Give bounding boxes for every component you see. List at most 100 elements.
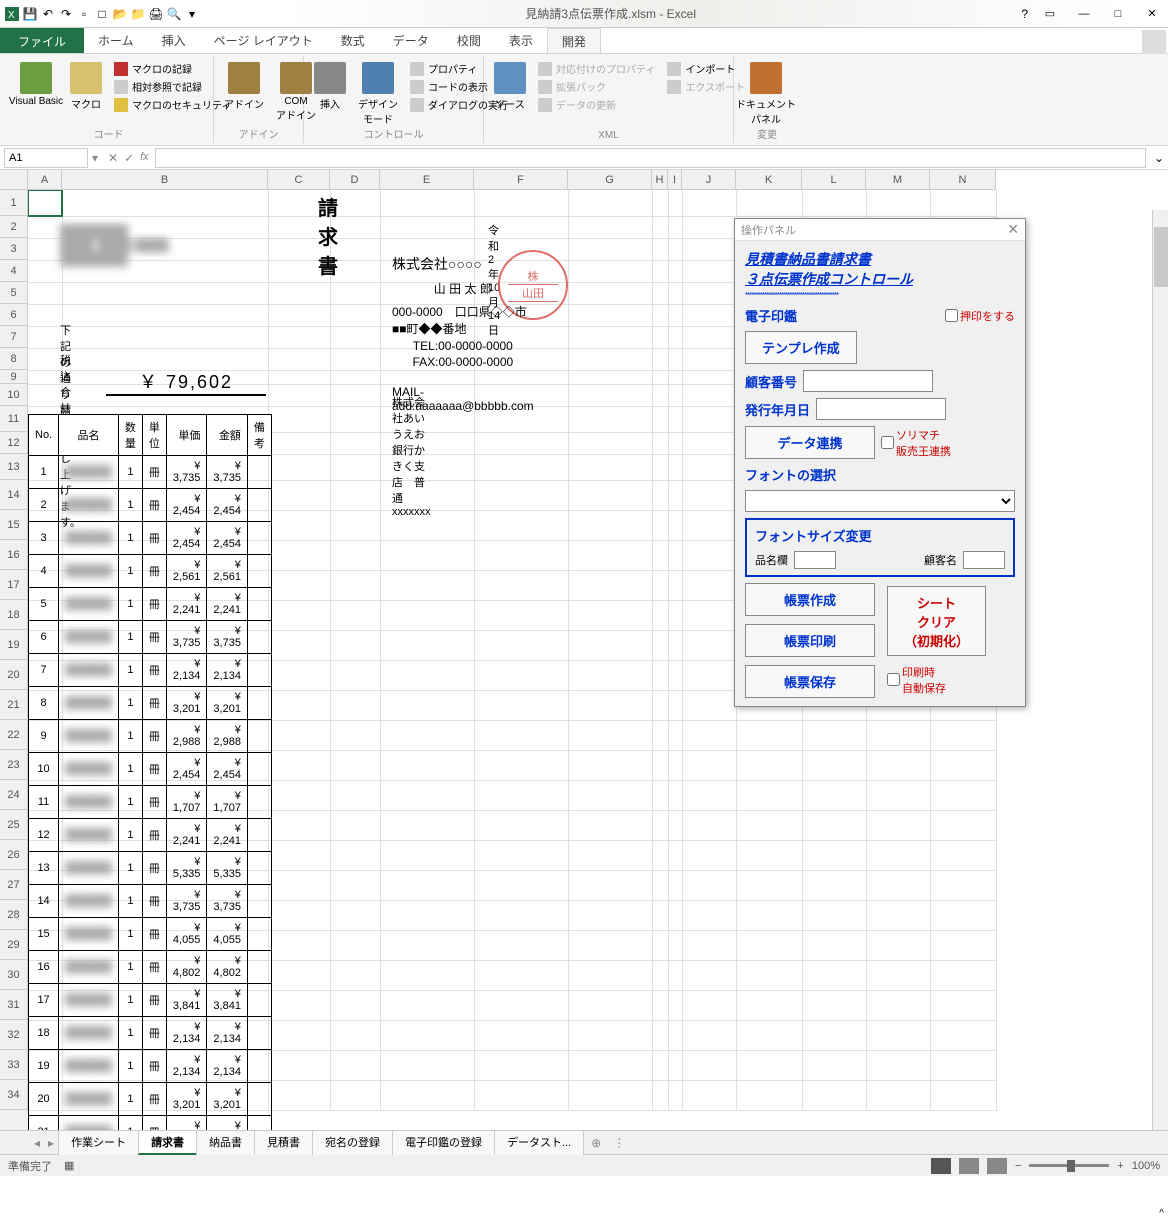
row-head[interactable]: 15 <box>0 510 28 540</box>
issue-date-input[interactable] <box>816 398 946 420</box>
maximize-icon[interactable]: □ <box>1106 5 1130 23</box>
undo-icon[interactable]: ↶ <box>40 6 56 22</box>
refresh-data-button[interactable]: データの更新 <box>534 96 659 113</box>
expand-formula-icon[interactable]: ⌄ <box>1150 151 1168 165</box>
table-row[interactable]: 17██████1冊¥ 3,841¥ 3,841 <box>29 984 272 1017</box>
qat-icon[interactable]: ▫ <box>76 6 92 22</box>
addin-button[interactable]: アドイン <box>220 60 268 113</box>
qat-folder-icon[interactable]: 📁 <box>130 6 146 22</box>
tab-developer[interactable]: 開発 <box>547 28 601 53</box>
zoom-in-icon[interactable]: + <box>1117 1160 1123 1172</box>
table-row[interactable]: 13██████1冊¥ 5,335¥ 5,335 <box>29 852 272 885</box>
qat-new-icon[interactable]: □ <box>94 6 110 22</box>
row-head[interactable]: 34 <box>0 1080 28 1110</box>
row-head[interactable]: 20 <box>0 660 28 690</box>
col-head[interactable]: G <box>568 170 652 190</box>
table-row[interactable]: 4██████1冊¥ 2,561¥ 2,561 <box>29 555 272 588</box>
autosave-checkbox[interactable]: 印刷時 自動保存 <box>887 664 986 696</box>
row-head[interactable]: 6 <box>0 304 28 326</box>
namebox-dropdown-icon[interactable]: ▾ <box>88 151 102 165</box>
table-row[interactable]: 16██████1冊¥ 4,802¥ 4,802 <box>29 951 272 984</box>
collapse-ribbon-icon[interactable]: ^ <box>1159 1208 1164 1219</box>
sheet-tab[interactable]: 請求書 <box>138 1130 197 1155</box>
row-head[interactable]: 23 <box>0 750 28 780</box>
table-row[interactable]: 21██████1冊¥ 2,988¥ 2,988 <box>29 1116 272 1131</box>
insert-control-button[interactable]: 挿入 <box>310 60 350 113</box>
source-button[interactable]: ソース <box>490 60 530 113</box>
save-icon[interactable]: 💾 <box>22 6 38 22</box>
sheet-tab[interactable]: 納品書 <box>196 1130 255 1155</box>
col-head[interactable]: F <box>474 170 568 190</box>
form-save-button[interactable]: 帳票保存 <box>745 665 875 698</box>
zoom-level[interactable]: 100% <box>1132 1160 1160 1172</box>
table-row[interactable]: 1██████1冊¥ 3,735¥ 3,735 <box>29 456 272 489</box>
table-row[interactable]: 6██████1冊¥ 3,735¥ 3,735 <box>29 621 272 654</box>
col-head[interactable]: H <box>652 170 668 190</box>
row-head[interactable]: 10 <box>0 384 28 406</box>
col-head[interactable]: E <box>380 170 474 190</box>
help-icon[interactable]: ? <box>1021 7 1028 21</box>
tab-formula[interactable]: 数式 <box>327 28 379 53</box>
customer-no-input[interactable] <box>803 370 933 392</box>
row-head[interactable]: 29 <box>0 930 28 960</box>
tab-data[interactable]: データ <box>379 28 443 53</box>
sheet-tab[interactable]: 宛名の登録 <box>312 1130 393 1155</box>
add-sheet-icon[interactable]: ⊕ <box>583 1133 609 1153</box>
col-head[interactable]: K <box>736 170 802 190</box>
qat-print-icon[interactable]: 🖨 <box>148 6 164 22</box>
font-select[interactable] <box>745 490 1015 512</box>
row-head[interactable]: 1 <box>0 190 28 216</box>
visual-basic-button[interactable]: Visual Basic <box>10 60 62 109</box>
table-row[interactable]: 2██████1冊¥ 2,454¥ 2,454 <box>29 489 272 522</box>
tab-pagelayout[interactable]: ページ レイアウト <box>200 28 327 53</box>
account-icon[interactable] <box>1142 30 1166 54</box>
table-row[interactable]: 10██████1冊¥ 2,454¥ 2,454 <box>29 753 272 786</box>
col-head[interactable]: L <box>802 170 866 190</box>
table-row[interactable]: 9██████1冊¥ 2,988¥ 2,988 <box>29 720 272 753</box>
table-row[interactable]: 5██████1冊¥ 2,241¥ 2,241 <box>29 588 272 621</box>
table-row[interactable]: 3██████1冊¥ 2,454¥ 2,454 <box>29 522 272 555</box>
tab-last-icon[interactable]: ▸ <box>44 1136 58 1150</box>
row-head[interactable]: 32 <box>0 1020 28 1050</box>
row-head[interactable]: 14 <box>0 480 28 510</box>
table-row[interactable]: 7██████1冊¥ 2,134¥ 2,134 <box>29 654 272 687</box>
row-head[interactable]: 12 <box>0 432 28 454</box>
enter-formula-icon[interactable]: ✓ <box>124 151 134 165</box>
design-mode-button[interactable]: デザイン モード <box>354 60 402 128</box>
item-col-size-input[interactable] <box>794 551 836 569</box>
row-head[interactable]: 26 <box>0 840 28 870</box>
row-head[interactable]: 8 <box>0 348 28 370</box>
tab-file[interactable]: ファイル <box>0 28 84 53</box>
page-break-view-icon[interactable] <box>987 1158 1007 1174</box>
table-row[interactable]: 14██████1冊¥ 3,735¥ 3,735 <box>29 885 272 918</box>
tabs-more-icon[interactable]: ⋮ <box>609 1136 629 1150</box>
row-head[interactable]: 25 <box>0 810 28 840</box>
row-head[interactable]: 5 <box>0 282 28 304</box>
sheet-tab[interactable]: 作業シート <box>58 1130 139 1155</box>
row-head[interactable]: 33 <box>0 1050 28 1080</box>
invoice-table[interactable]: No.品名数量単位単価金額備考1██████1冊¥ 3,735¥ 3,7352█… <box>28 414 272 1130</box>
form-create-button[interactable]: 帳票作成 <box>745 583 875 616</box>
qat-dropdown-icon[interactable]: ▾ <box>184 6 200 22</box>
select-all-corner[interactable] <box>0 170 28 190</box>
row-head[interactable]: 21 <box>0 690 28 720</box>
row-head[interactable]: 31 <box>0 990 28 1020</box>
data-link-button[interactable]: データ連携 <box>745 426 875 459</box>
ribbon-options-icon[interactable]: ▭ <box>1038 5 1062 23</box>
row-head[interactable]: 17 <box>0 570 28 600</box>
sorimachi-checkbox[interactable]: ソリマチ 販売王連携 <box>881 427 951 459</box>
col-head[interactable]: D <box>330 170 380 190</box>
table-row[interactable]: 8██████1冊¥ 3,201¥ 3,201 <box>29 687 272 720</box>
row-head[interactable]: 2 <box>0 216 28 238</box>
row-head[interactable]: 28 <box>0 900 28 930</box>
row-head[interactable]: 22 <box>0 720 28 750</box>
cancel-formula-icon[interactable]: ✕ <box>108 151 118 165</box>
row-head[interactable]: 16 <box>0 540 28 570</box>
sheet-tab[interactable]: 電子印鑑の登録 <box>392 1130 495 1155</box>
row-head[interactable]: 18 <box>0 600 28 630</box>
row-head[interactable]: 11 <box>0 406 28 432</box>
row-head[interactable]: 7 <box>0 326 28 348</box>
macro-status-icon[interactable]: ▦ <box>64 1159 74 1172</box>
template-create-button[interactable]: テンプレ作成 <box>745 331 857 364</box>
macro-button[interactable]: マクロ <box>66 60 106 113</box>
